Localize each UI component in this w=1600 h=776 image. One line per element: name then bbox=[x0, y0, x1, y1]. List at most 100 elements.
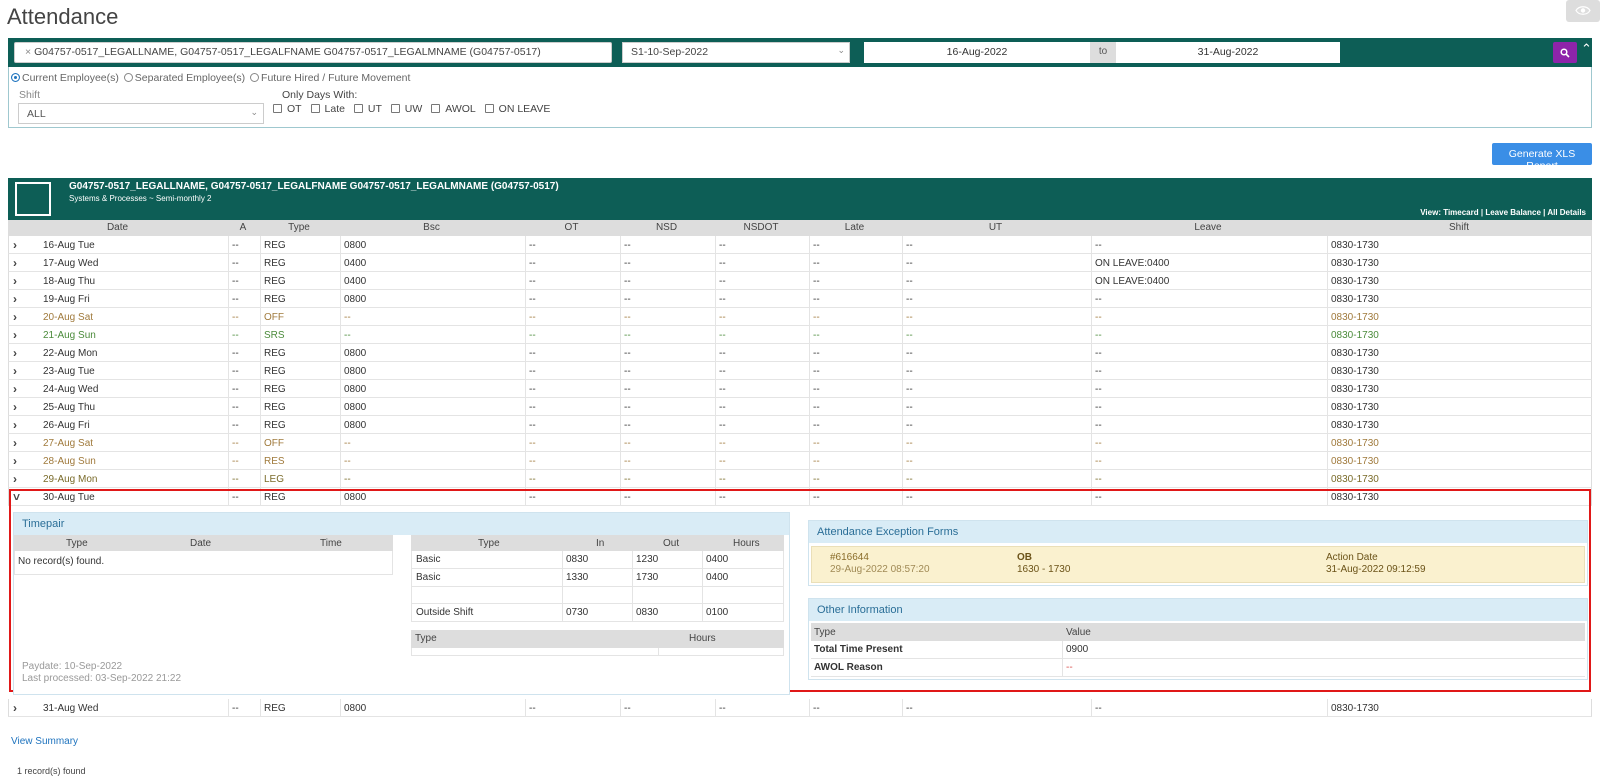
col-type-cell: REG bbox=[264, 402, 286, 413]
col-nsdot-cell: -- bbox=[719, 258, 726, 269]
col-basic-cell: 0800 bbox=[344, 384, 367, 395]
col-ot-cell: -- bbox=[529, 474, 536, 485]
filter-panel: Current Employee(s) Separated Employee(s… bbox=[8, 67, 1592, 128]
table-row[interactable]: › 18-Aug Thu -- REG 0400 -- -- -- -- -- ON LEAVE:0… bbox=[8, 272, 1592, 290]
action-date: 31-Aug-2022 09:12:59 bbox=[1326, 564, 1426, 575]
col-ut-cell: -- bbox=[906, 420, 913, 431]
col-ut-cell: -- bbox=[906, 330, 913, 341]
table-row[interactable]: › 19-Aug Fri -- REG 0800 -- -- -- -- -- -- 0830-173… bbox=[8, 290, 1592, 308]
col-date-cell: 20-Aug Sat bbox=[43, 312, 94, 323]
payroll-period-select[interactable]: S1-10-Sep-2022 ⌄ bbox=[622, 42, 850, 63]
only-days-label: Only Days With: bbox=[282, 89, 358, 101]
exception-id[interactable]: #616644 bbox=[830, 552, 869, 563]
chevron-right-icon[interactable]: › bbox=[13, 454, 17, 468]
col-absent-cell: -- bbox=[232, 420, 239, 431]
table-row[interactable]: › 29-Aug Mon -- LEG -- -- -- -- -- -- -- 0830-1730 bbox=[8, 470, 1592, 488]
col-shift-cell: 0830-1730 bbox=[1331, 348, 1379, 359]
col-type-cell: REG bbox=[264, 294, 286, 305]
eye-icon bbox=[1575, 6, 1591, 15]
date-to-input[interactable]: 31-Aug-2022 bbox=[1116, 42, 1340, 63]
col-type-header: Type bbox=[288, 222, 310, 233]
view-summary-link[interactable]: View Summary bbox=[11, 736, 78, 747]
chevron-right-icon[interactable]: › bbox=[13, 328, 17, 342]
checkbox-awol[interactable]: AWOL bbox=[427, 103, 476, 115]
exception-time: 1630 - 1730 bbox=[1017, 564, 1071, 575]
table-row[interactable]: › 28-Aug Sun -- RES -- -- -- -- -- -- -- 0830-1730 bbox=[8, 452, 1592, 470]
chevron-right-icon[interactable]: › bbox=[13, 256, 17, 270]
visibility-toggle-button[interactable] bbox=[1566, 0, 1600, 22]
chevron-right-icon[interactable]: › bbox=[13, 274, 17, 288]
all-details-link[interactable]: All Details bbox=[1547, 208, 1586, 217]
col-date-cell: 28-Aug Sun bbox=[43, 456, 96, 467]
chevron-right-icon[interactable]: › bbox=[13, 364, 17, 378]
col-nsd-cell: -- bbox=[624, 703, 631, 714]
exception-form-card[interactable]: #616644 29-Aug-2022 08:57:20 OB 1630 - 1… bbox=[811, 546, 1585, 583]
col-nsdot-cell: -- bbox=[719, 240, 726, 251]
col-nsdot-cell: -- bbox=[719, 312, 726, 323]
col-basic-cell: 0800 bbox=[344, 348, 367, 359]
chevron-right-icon[interactable]: › bbox=[13, 701, 17, 715]
radio-future-hired[interactable]: Future Hired / Future Movement bbox=[248, 72, 410, 84]
generate-xls-report-button[interactable]: Generate XLS Report bbox=[1492, 143, 1592, 172]
table-row[interactable]: › 21-Aug Sun -- SRS -- -- -- -- -- -- -- 0830-1730 bbox=[8, 326, 1592, 344]
other-info-row: Total Time Present 0900 bbox=[811, 641, 1585, 659]
remove-tag-icon[interactable]: × bbox=[25, 46, 31, 58]
chevron-right-icon[interactable]: › bbox=[13, 346, 17, 360]
table-row[interactable]: › 26-Aug Fri -- REG 0800 -- -- -- -- -- -- 0830-173… bbox=[8, 416, 1592, 434]
col-nsd-cell: -- bbox=[624, 348, 631, 359]
chevron-right-icon[interactable]: › bbox=[13, 400, 17, 414]
table-row[interactable]: › 31-Aug Wed -- REG 0800 -- -- -- -- -- -- 0830-173… bbox=[8, 699, 1592, 717]
search-button[interactable] bbox=[1553, 42, 1577, 63]
table-row[interactable]: › 17-Aug Wed -- REG 0400 -- -- -- -- -- ON LEAVE:0… bbox=[8, 254, 1592, 272]
table-row[interactable]: › 23-Aug Tue -- REG 0800 -- -- -- -- -- -- 0830-173… bbox=[8, 362, 1592, 380]
date-from-input[interactable]: 16-Aug-2022 bbox=[864, 42, 1090, 63]
radio-current-employees[interactable]: Current Employee(s) bbox=[9, 72, 119, 84]
chevron-right-icon[interactable]: › bbox=[13, 418, 17, 432]
col-ut-cell: -- bbox=[906, 384, 913, 395]
table-row[interactable]: › 25-Aug Thu -- REG 0800 -- -- -- -- -- -- 0830-173… bbox=[8, 398, 1592, 416]
col-date-cell: 29-Aug Mon bbox=[43, 474, 98, 485]
table-row[interactable]: › 27-Aug Sat -- OFF -- -- -- -- -- -- -- 0830-1730 bbox=[8, 434, 1592, 452]
col-leave-cell: -- bbox=[1095, 348, 1102, 359]
col-ot-cell: -- bbox=[529, 276, 536, 287]
checkbox-uw[interactable]: UW bbox=[387, 103, 422, 115]
employee-select[interactable]: × G04757-0517_LEGALLNAME, G04757-0517_LEG… bbox=[14, 42, 612, 63]
col-shift-header: Shift bbox=[1448, 222, 1469, 233]
checkbox-late[interactable]: Late bbox=[307, 103, 345, 115]
col-shift-cell: 0830-1730 bbox=[1331, 366, 1379, 377]
col-shift-cell: 0830-1730 bbox=[1331, 474, 1379, 485]
table-row[interactable]: › 20-Aug Sat -- OFF -- -- -- -- -- -- -- 0830-1730 bbox=[8, 308, 1592, 326]
checkbox-ut[interactable]: UT bbox=[350, 103, 382, 115]
chevron-right-icon[interactable]: › bbox=[13, 292, 17, 306]
view-timecard-link[interactable]: View: Timecard bbox=[1420, 208, 1478, 217]
col-nsd-cell: -- bbox=[624, 456, 631, 467]
table-row[interactable]: › 22-Aug Mon -- REG 0800 -- -- -- -- -- -- 0830-173… bbox=[8, 344, 1592, 362]
col-late-cell: -- bbox=[813, 384, 820, 395]
col-leave-cell: ON LEAVE:0400 bbox=[1095, 276, 1170, 287]
col-basic-cell: 0800 bbox=[344, 366, 367, 377]
chevron-right-icon[interactable]: › bbox=[13, 436, 17, 450]
col-shift-cell: 0830-1730 bbox=[1331, 420, 1379, 431]
col-basic-cell: -- bbox=[344, 474, 351, 485]
chevron-right-icon[interactable]: › bbox=[13, 310, 17, 324]
col-leave-cell: ON LEAVE:0400 bbox=[1095, 258, 1170, 269]
chevron-right-icon[interactable]: › bbox=[13, 238, 17, 252]
employee-subtitle: Systems & Processes ~ Semi-monthly 2 bbox=[69, 194, 212, 203]
checkbox-on-leave[interactable]: ON LEAVE bbox=[481, 103, 550, 115]
table-row[interactable]: › 24-Aug Wed -- REG 0800 -- -- -- -- -- -- 0830-173… bbox=[8, 380, 1592, 398]
hours-row: Basic 0830 1230 0400 bbox=[411, 551, 784, 569]
col-absent-cell: -- bbox=[232, 330, 239, 341]
radio-separated-employees[interactable]: Separated Employee(s) bbox=[122, 72, 245, 84]
table-row[interactable]: › 16-Aug Tue -- REG 0800 -- -- -- -- -- -- 0830-173… bbox=[8, 236, 1592, 254]
chevron-up-icon[interactable]: ⌃ bbox=[1581, 41, 1592, 57]
col-type-cell: REG bbox=[264, 258, 286, 269]
col-nsd-cell: -- bbox=[624, 402, 631, 413]
chevron-right-icon[interactable]: › bbox=[13, 472, 17, 486]
col-type-cell: REG bbox=[264, 348, 286, 359]
col-late-cell: -- bbox=[813, 366, 820, 377]
shift-select[interactable]: ALL ⌄ bbox=[18, 103, 264, 124]
checkbox-ot[interactable]: OT bbox=[269, 103, 302, 115]
chevron-right-icon[interactable]: › bbox=[13, 382, 17, 396]
leave-balance-link[interactable]: Leave Balance bbox=[1485, 208, 1541, 217]
col-absent-cell: -- bbox=[232, 312, 239, 323]
